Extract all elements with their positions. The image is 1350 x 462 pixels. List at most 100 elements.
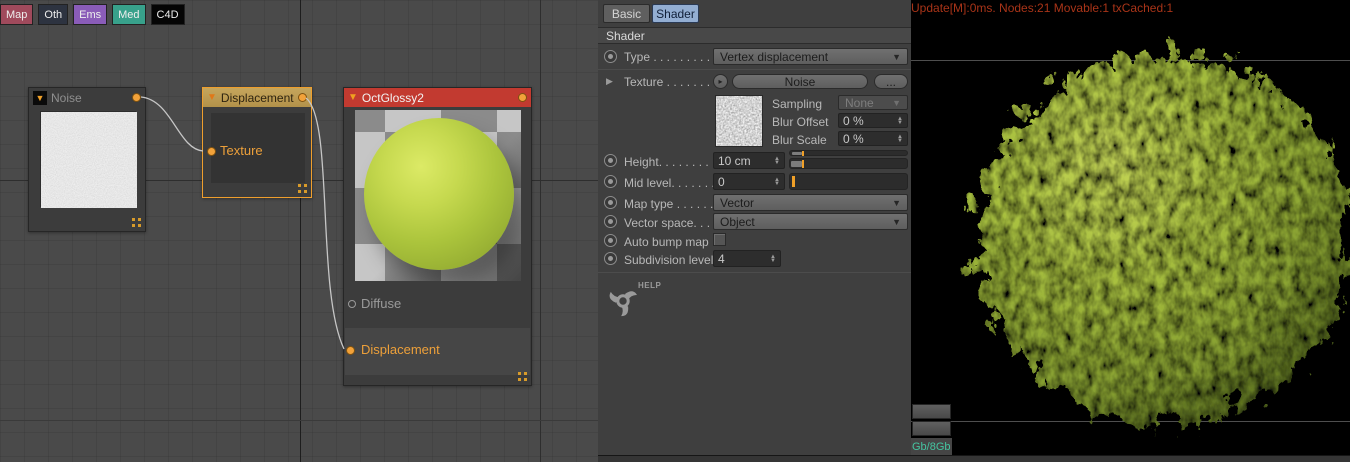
material-preview-sphere bbox=[364, 118, 514, 270]
chevron-down-icon: ▼ bbox=[892, 51, 901, 62]
octglossy2-node-title[interactable]: ▼ OctGlossy2 bbox=[344, 88, 531, 107]
type-dropdown[interactable]: Vertex displacement ▼ bbox=[713, 48, 908, 65]
node-resize-handle[interactable] bbox=[518, 372, 527, 381]
node-resize-handle[interactable] bbox=[132, 218, 141, 227]
viewer-button[interactable] bbox=[912, 404, 951, 419]
height-value: 10 cm bbox=[718, 153, 751, 168]
texture-label: Texture . . . . . . . . bbox=[624, 75, 717, 89]
subdivision-level-field[interactable]: 4 ▲ ▼ bbox=[713, 250, 781, 267]
blur-offset-field[interactable]: 0 % ▲ ▼ bbox=[838, 113, 908, 128]
octglossy2-material-node[interactable]: ▼ OctGlossy2 Diffuse Displacement bbox=[343, 87, 532, 386]
expand-triangle-icon[interactable]: ▶ bbox=[606, 76, 613, 87]
mid-level-field[interactable]: 0 ▲ ▼ bbox=[713, 173, 785, 190]
displacement-node-title-label: Displacement bbox=[220, 90, 294, 105]
chevron-down-icon: ▼ bbox=[892, 197, 901, 208]
displacement-input-port[interactable] bbox=[346, 346, 355, 355]
noise-output-port[interactable] bbox=[132, 93, 141, 102]
vector-space-dropdown[interactable]: Object ▼ bbox=[713, 213, 908, 230]
live-viewer-render-view[interactable]: Update[M]:0ms. Nodes:21 Movable:1 txCach… bbox=[911, 0, 1350, 462]
viewer-button[interactable] bbox=[912, 421, 951, 436]
node-category-tabs: Map Oth Ems Med C4D bbox=[0, 4, 185, 25]
collapse-triangle-icon[interactable]: ▼ bbox=[33, 90, 47, 105]
keyframe-dot-subdivision[interactable] bbox=[604, 252, 617, 265]
grid-major-vline bbox=[300, 0, 301, 462]
noise-node[interactable]: ▼ Noise bbox=[28, 87, 146, 232]
texture-input-port[interactable] bbox=[207, 147, 216, 156]
diffuse-port-label: Diffuse bbox=[361, 296, 402, 311]
spinner-arrows-icon[interactable]: ▲ ▼ bbox=[770, 254, 776, 264]
help-label: HELP bbox=[638, 281, 662, 290]
diffuse-input-port[interactable] bbox=[348, 300, 356, 308]
noise-node-title[interactable]: ▼ Noise bbox=[29, 88, 145, 107]
node-resize-handle[interactable] bbox=[298, 184, 307, 193]
node-graph-canvas[interactable]: Map Oth Ems Med C4D ▼ Noise ▼ Displaceme… bbox=[0, 0, 598, 462]
tab-basic[interactable]: Basic bbox=[603, 4, 650, 23]
tab-shader[interactable]: Shader bbox=[652, 4, 699, 23]
texture-thumbnail-image bbox=[716, 96, 762, 146]
keyframe-dot-auto-bump[interactable] bbox=[604, 234, 617, 247]
vector-space-value: Object bbox=[720, 214, 755, 229]
rendered-displaced-sphere bbox=[970, 45, 1342, 417]
texture-browse-button[interactable]: ... bbox=[874, 74, 908, 89]
type-label: Type . . . . . . . . . . bbox=[624, 50, 717, 64]
collapse-triangle-icon[interactable]: ▼ bbox=[348, 92, 358, 103]
help-button[interactable]: HELP bbox=[608, 281, 668, 323]
mid-level-slider[interactable] bbox=[789, 173, 908, 190]
map-type-dropdown[interactable]: Vector ▼ bbox=[713, 194, 908, 211]
height-slider-handle[interactable] bbox=[791, 161, 802, 167]
auto-bump-map-checkbox[interactable] bbox=[713, 233, 726, 246]
height-field[interactable]: 10 cm ▲ ▼ bbox=[713, 152, 785, 169]
octglossy2-node-title-label: OctGlossy2 bbox=[361, 90, 424, 105]
mid-level-label: Mid level. . . . . . . bbox=[624, 176, 715, 190]
sampling-dropdown: None ▼ bbox=[838, 95, 908, 110]
mid-level-slider-cursor[interactable] bbox=[792, 176, 795, 187]
sampling-value: None bbox=[845, 95, 874, 110]
blur-offset-label: Blur Offset bbox=[772, 115, 829, 129]
keyframe-dot-vector-space[interactable] bbox=[604, 215, 617, 228]
viewer-corner-buttons[interactable] bbox=[912, 404, 951, 438]
height-slider-tick bbox=[802, 160, 804, 168]
texture-thumbnail[interactable] bbox=[715, 95, 763, 147]
sampling-label: Sampling bbox=[772, 97, 823, 111]
tab-oth[interactable]: Oth bbox=[38, 4, 69, 25]
spinner-arrows-icon[interactable]: ▲ ▼ bbox=[897, 134, 903, 144]
tab-med[interactable]: Med bbox=[112, 4, 146, 25]
spinner-arrows-icon[interactable]: ▲ ▼ bbox=[774, 156, 780, 166]
displacement-node-title[interactable]: ▼ Displacement bbox=[203, 88, 311, 107]
section-header: Shader bbox=[598, 27, 911, 44]
vram-usage-strip: Gb/8Gb bbox=[911, 438, 952, 455]
tab-ems[interactable]: Ems bbox=[73, 4, 108, 25]
tab-map[interactable]: Map bbox=[0, 4, 34, 25]
spinner-arrows-icon[interactable]: ▲ ▼ bbox=[897, 116, 903, 126]
height-slider[interactable] bbox=[789, 158, 908, 169]
keyframe-dot-mid-level[interactable] bbox=[604, 175, 617, 188]
collapse-triangle-icon[interactable]: ▼ bbox=[207, 92, 217, 103]
keyframe-dot-map-type[interactable] bbox=[604, 196, 617, 209]
height-slider-handle[interactable] bbox=[792, 152, 802, 155]
grid-major-vline bbox=[540, 0, 541, 462]
texture-port-label: Texture bbox=[220, 143, 263, 158]
octane-node-editor-window: Map Oth Ems Med C4D ▼ Noise ▼ Displaceme… bbox=[0, 0, 1350, 462]
octane-logo-icon bbox=[609, 291, 637, 317]
shader-properties-panel: Basic Shader Shader Type . . . . . . . .… bbox=[598, 0, 911, 462]
height-slider-top[interactable] bbox=[789, 150, 908, 156]
displacement-output-port[interactable] bbox=[298, 93, 307, 102]
type-value: Vertex displacement bbox=[720, 49, 829, 64]
keyframe-dot-height[interactable] bbox=[604, 154, 617, 167]
grid-major-hline bbox=[0, 420, 598, 421]
texture-node-button[interactable]: ▸ bbox=[713, 74, 728, 89]
texture-shader-button[interactable]: Noise bbox=[732, 74, 868, 89]
displacement-node[interactable]: ▼ Displacement Texture bbox=[202, 87, 312, 198]
spinner-arrows-icon[interactable]: ▲ ▼ bbox=[774, 177, 780, 187]
browse-dots: ... bbox=[885, 74, 896, 89]
blur-scale-field[interactable]: 0 % ▲ ▼ bbox=[838, 131, 908, 146]
keyframe-dot-type[interactable] bbox=[604, 50, 617, 63]
subdivision-level-value: 4 bbox=[718, 251, 725, 266]
octglossy2-output-port[interactable] bbox=[518, 93, 527, 102]
section-title: Shader bbox=[606, 28, 645, 43]
height-slider-tick bbox=[802, 151, 804, 156]
tab-c4d[interactable]: C4D bbox=[150, 4, 185, 25]
vector-space-label: Vector space. . . . bbox=[624, 216, 717, 230]
displacement-port-label: Displacement bbox=[361, 342, 440, 357]
blur-scale-label: Blur Scale bbox=[772, 133, 827, 147]
